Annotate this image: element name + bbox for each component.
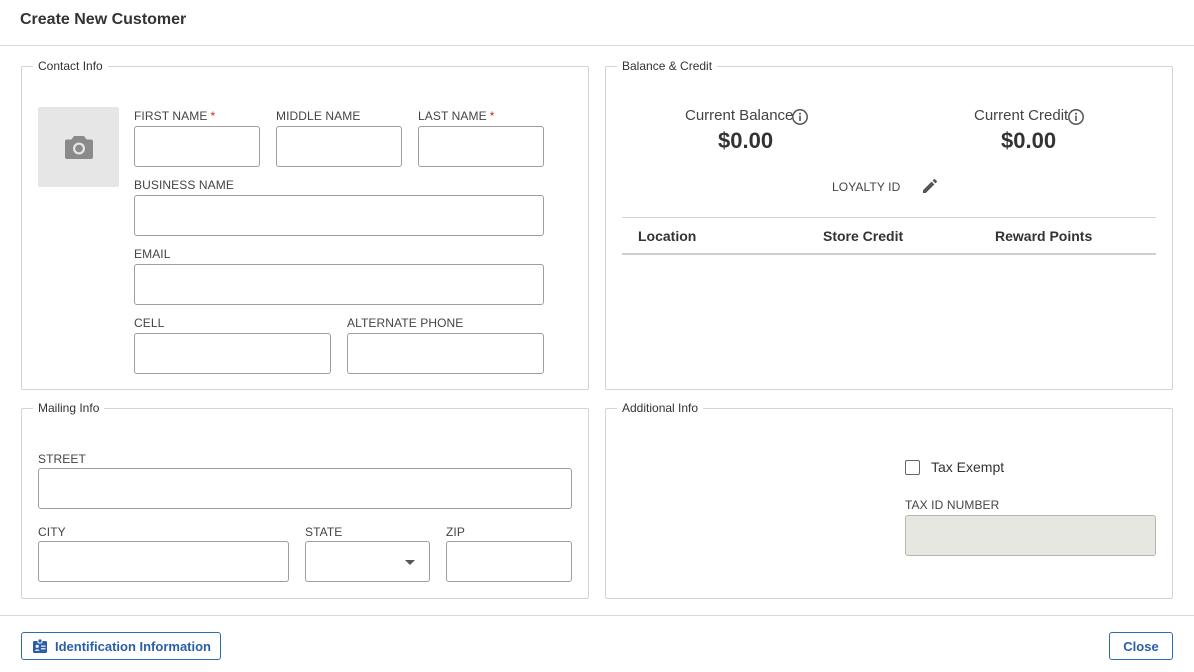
business-name-input[interactable] — [134, 195, 544, 236]
loyalty-table-header: Location Store Credit Reward Points — [622, 217, 1156, 255]
street-input[interactable] — [38, 468, 572, 509]
state-label: STATE — [305, 525, 343, 539]
email-label: EMAIL — [134, 247, 171, 261]
info-icon[interactable] — [1067, 108, 1085, 126]
close-button[interactable]: Close — [1109, 632, 1173, 660]
first-name-label: FIRST NAME * — [134, 109, 216, 123]
footer-divider — [0, 615, 1194, 616]
cell-input[interactable] — [134, 333, 331, 374]
tax-id-input[interactable] — [905, 515, 1156, 556]
zip-input[interactable] — [446, 541, 572, 582]
info-icon[interactable] — [791, 108, 809, 126]
required-marker: * — [210, 109, 216, 123]
chevron-down-icon — [405, 560, 415, 565]
current-balance-value: $0.00 — [718, 128, 774, 153]
city-label: CITY — [38, 525, 66, 539]
dialog-title: Create New Customer — [20, 11, 187, 28]
dialog-header: Create New Customer — [0, 0, 1194, 46]
current-credit-value: $0.00 — [1001, 128, 1057, 153]
email-input[interactable] — [134, 264, 544, 305]
additional-info-section: Additional Info Tax Exempt TAX ID NUMBER — [605, 401, 1173, 599]
close-button-label: Close — [1123, 638, 1159, 654]
tax-id-label: TAX ID NUMBER — [905, 498, 1000, 512]
middle-name-label: MIDDLE NAME — [276, 109, 361, 123]
city-input[interactable] — [38, 541, 289, 582]
balance-credit-section: Balance & Credit Current Balance $0.00 C… — [605, 59, 1173, 390]
alternate-phone-input[interactable] — [347, 333, 544, 374]
first-name-input[interactable] — [134, 126, 260, 167]
state-select[interactable] — [305, 541, 430, 582]
street-label: STREET — [38, 452, 86, 466]
last-name-input[interactable] — [418, 126, 544, 167]
cell-label: CELL — [134, 316, 165, 330]
middle-name-input[interactable] — [276, 126, 402, 167]
zip-label: ZIP — [446, 525, 465, 539]
mailing-info-legend: Mailing Info — [33, 401, 105, 415]
column-header-store-credit: Store Credit — [823, 228, 904, 244]
required-marker: * — [489, 109, 495, 123]
mailing-info-section: Mailing Info STREET CITY STATE ZIP — [21, 401, 589, 599]
id-badge-icon — [33, 638, 47, 653]
contact-info-legend: Contact Info — [33, 59, 108, 73]
identification-information-label: Identification Information — [55, 638, 211, 654]
business-name-label: BUSINESS NAME — [134, 178, 234, 192]
current-credit-label: Current Credit — [974, 107, 1069, 124]
customer-photo[interactable] — [38, 107, 119, 187]
pencil-icon[interactable] — [921, 177, 939, 195]
additional-info-legend: Additional Info — [617, 401, 704, 415]
balance-credit-legend: Balance & Credit — [617, 59, 718, 73]
column-header-reward-points: Reward Points — [995, 228, 1093, 244]
last-name-label: LAST NAME * — [418, 109, 495, 123]
contact-info-section: Contact Info FIRST NAME * MIDDLE NAME LAS… — [21, 59, 589, 390]
tax-exempt-label[interactable]: Tax Exempt — [931, 459, 1004, 475]
column-header-location: Location — [638, 228, 697, 244]
identification-information-button[interactable]: Identification Information — [21, 632, 221, 660]
current-balance-label: Current Balance — [685, 107, 794, 124]
camera-icon — [64, 136, 93, 159]
tax-exempt-checkbox[interactable] — [905, 460, 920, 475]
alternate-phone-label: ALTERNATE PHONE — [347, 316, 464, 330]
loyalty-id-label: LOYALTY ID — [832, 180, 901, 194]
